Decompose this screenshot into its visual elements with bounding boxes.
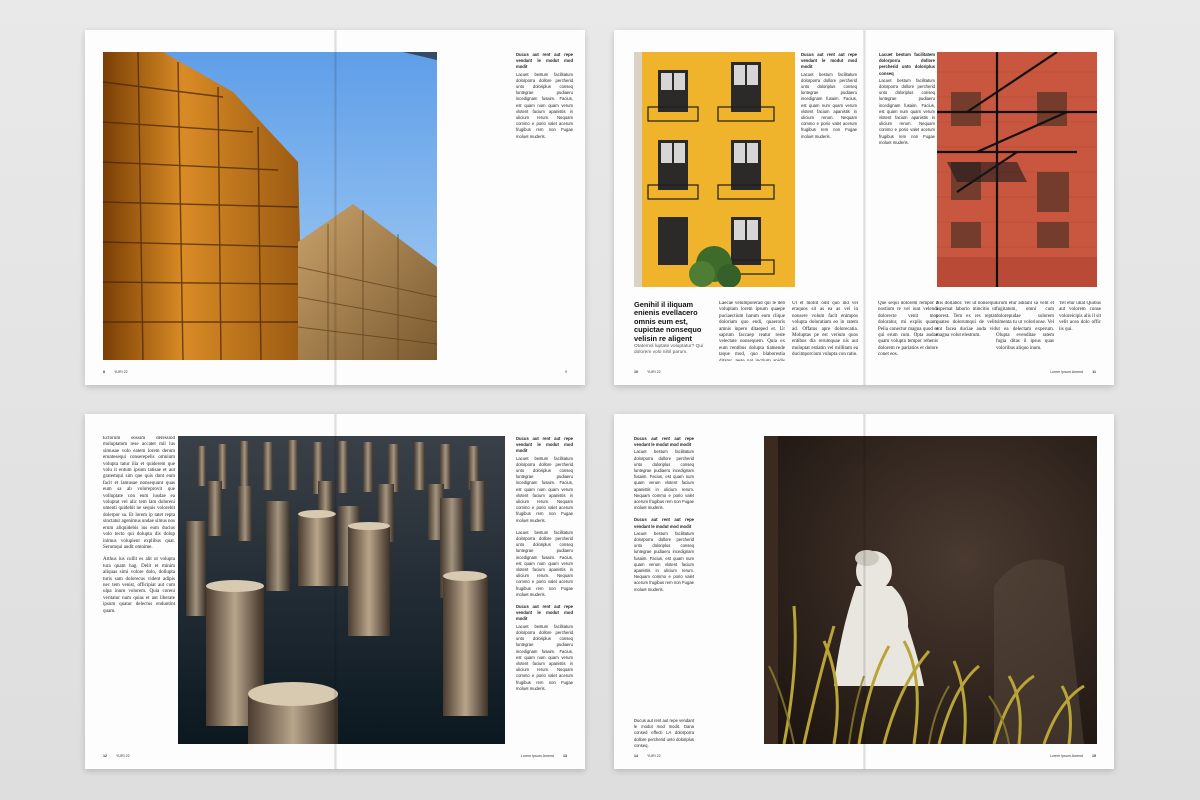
wooden-pylons-water-photo — [178, 436, 505, 744]
sidebar-heading: Ducus aut rent aut repe vendant le modut… — [634, 517, 694, 529]
page-number: 11 — [1092, 370, 1096, 374]
page-number: 14 — [634, 754, 638, 758]
sidebar-body: Lacuet bestum facilitatum dolorporra dol… — [516, 455, 573, 523]
folio-left: 8 YURI 22 — [103, 370, 128, 374]
folio-left: 12 YURI 22 — [103, 754, 130, 758]
sidebar-body: Lacuet bestum facilitatum dolorporra dol… — [516, 71, 573, 139]
page-number: 12 — [103, 754, 107, 758]
body-paragraph: Arthus ius cullit es alit ut volupta tur… — [103, 557, 175, 614]
sidebar-text-column: Ducus aut rent aut repe vendant le modut… — [516, 436, 573, 736]
page-number: 8 — [103, 370, 105, 374]
article-headline: Genihil il iliquam enienis evellacero om… — [634, 300, 710, 356]
body-column-a: Laecae venimporerad qui te deb voluptam … — [719, 301, 785, 361]
headline-text: Genihil il iliquam enienis evellacero om… — [634, 300, 702, 343]
sidebar-text-column: Ducus aut rent aut repe vendant le modut… — [516, 52, 573, 142]
body-paragraph: Ectorum eossim deressiod moluptatum rese… — [103, 436, 175, 550]
body-text-column: Ectorum eossim deressiod moluptatum rese… — [103, 436, 175, 742]
folio-label: YURI 22 — [114, 370, 128, 374]
brick-fire-escape-photo — [937, 52, 1097, 287]
magazine-spread-4: Ducus aut rent aut repe vendant le modut… — [614, 414, 1114, 769]
sidebar-body: Lacuet bestum facilitatum dolorporra dol… — [516, 529, 573, 597]
sidebar-heading: Ducus aut rent aut repe vendant le modut… — [516, 52, 573, 70]
folio-label: Lorem Ipsum Amend — [1049, 754, 1083, 758]
marble-statue-garden-photo — [764, 436, 1097, 744]
sidebar-body: Lacuet bestum facilitatum dolorporra dol… — [879, 77, 935, 145]
page-number: 15 — [1092, 754, 1096, 758]
glass-skyscraper-photo — [103, 52, 437, 360]
column-heading: Lacuet bestum facilitatem dolorporra dol… — [879, 52, 935, 76]
folio-right: Lorem Ipsum Amend 11 — [1050, 370, 1096, 374]
folio-label: YURI 22 — [647, 370, 661, 374]
folio-right: Lorem Ipsum Amend 13 — [521, 754, 567, 758]
folio-left: 14 YURI 22 — [634, 754, 661, 758]
sidebar-heading: Ducus aut rent aut repe vendant le modut… — [801, 52, 857, 70]
sidebar-body: Lacuet bestum facilitatum dolorporra dol… — [634, 530, 694, 592]
folio-right: 9 — [565, 370, 567, 374]
folio-label: Lorem Ipsum Amend — [520, 754, 554, 758]
folio-label: YURI 22 — [647, 754, 661, 758]
folio-right: Lorem Ipsum Amend 15 — [1050, 754, 1096, 758]
right-text-column: Lacuet bestum facilitatem dolorporra dol… — [879, 52, 935, 152]
sidebar-body: Lacuet bestum facilitatum dolorporra dol… — [516, 623, 573, 691]
footer-note: Ducus aut rent aut repe vendant le modut… — [634, 718, 694, 748]
headline-subtitle: Otatemol luptate voluptatur? Qui dolorem… — [634, 344, 704, 356]
body-column-d: Nis dollabor. Vel ut nonsequi aspernat l… — [936, 301, 996, 339]
page-number: 10 — [634, 370, 638, 374]
magazine-spread-2: Ducus aut rent aut repe vendant le modut… — [614, 30, 1114, 385]
body-column-f: Yel etur ullat Quibus aut volorem conse … — [1059, 301, 1101, 332]
sidebar-text-column: Ducus aut rent aut repe vendant le modut… — [634, 436, 694, 606]
magazine-spread-3: Ectorum eossim deressiod moluptatum rese… — [85, 414, 585, 769]
folio-label: Lorem Ipsum Amend — [1050, 370, 1084, 374]
page-number: 13 — [563, 754, 567, 758]
sidebar-body: Lacuet bestum facilitatum dolorporra dol… — [634, 449, 694, 511]
sidebar-heading: Ducus aut rent aut repe vendant le modut… — [634, 436, 694, 448]
magazine-spread-1: Ducus aut rent aut repe vendant le modut… — [85, 30, 585, 385]
folio-label: YURI 22 — [116, 754, 130, 758]
sidebar-body: Lacuet bestum facilitatum dolorporra dol… — [801, 71, 857, 139]
folio-left: 10 YURI 22 — [634, 370, 661, 374]
body-column-e: Erum etur aditant sa velit et fugitatum,… — [996, 301, 1054, 351]
body-column-c: Que sequi dolorem rempor a nostium re ve… — [878, 301, 938, 358]
yellow-facade-photo — [634, 52, 795, 287]
sidebar-heading: Ducus aut rent aut repe vendant le modut… — [516, 604, 573, 622]
center-text-column: Ducus aut rent aut repe vendant le modut… — [801, 52, 857, 212]
sidebar-heading: Ducus aut rent aut repe vendant le modut… — [516, 436, 573, 454]
page-number: 9 — [565, 370, 567, 374]
body-column-b: Ut et mollit odit quo ind vel eraquos si… — [792, 301, 858, 358]
